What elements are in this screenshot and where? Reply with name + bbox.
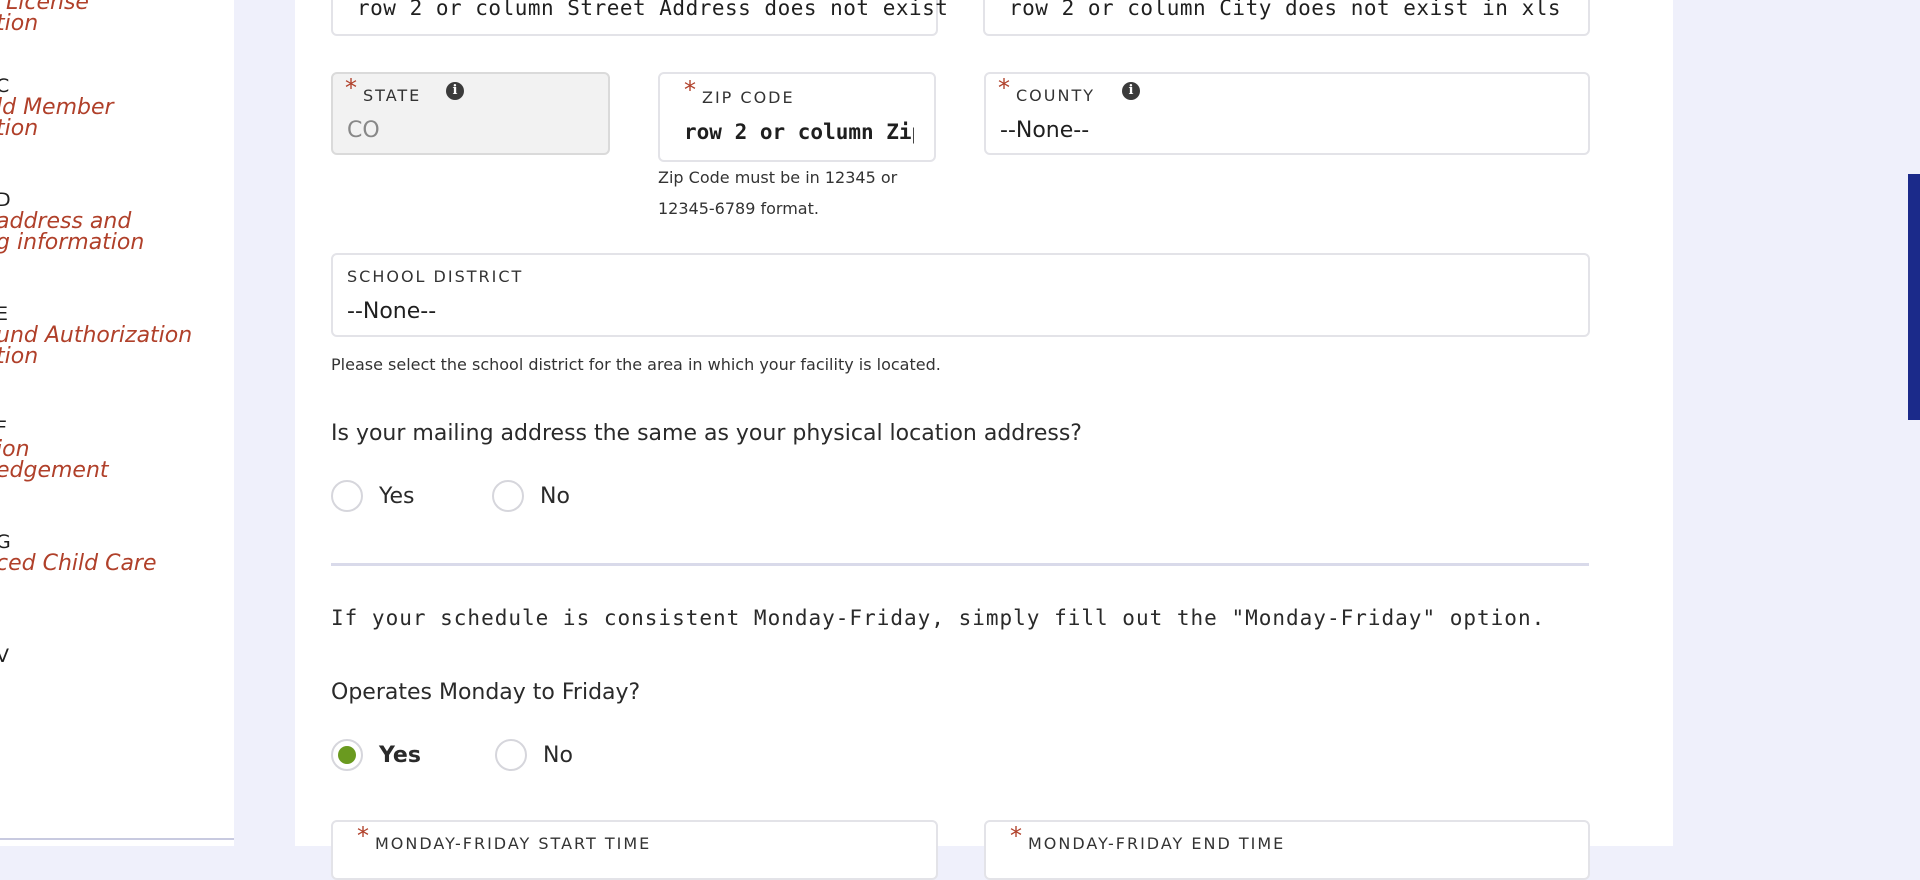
sidebar-step-c[interactable]: C ld Member tion xyxy=(0,75,114,141)
step-letter: G xyxy=(0,531,11,553)
state-field: * STATE i CO xyxy=(331,72,610,155)
scrollbar-track[interactable] xyxy=(1908,0,1920,846)
step-sidebar: License tion C ld Member tion D address … xyxy=(0,0,234,846)
state-value: CO xyxy=(347,118,380,143)
mailing-address-question: Is your mailing address the same as your… xyxy=(331,421,1082,446)
operates-question: Operates Monday to Friday? xyxy=(331,680,641,705)
street-address-value: row 2 or column Street Address does not … xyxy=(357,0,949,20)
school-district-label: SCHOOL DISTRICT xyxy=(347,267,524,286)
radio-button[interactable] xyxy=(495,739,527,771)
radio-label: Yes xyxy=(379,742,421,768)
step-title-line2: tion xyxy=(0,116,39,141)
city-value: row 2 or column City does not exist in x… xyxy=(1009,0,1562,20)
section-divider xyxy=(331,563,1589,566)
step-title: und Authorization xyxy=(0,323,193,348)
county-select[interactable]: * COUNTY i --None-- xyxy=(984,72,1590,155)
required-asterisk: * xyxy=(357,822,369,850)
state-label: STATE xyxy=(363,86,422,105)
start-time-label: MONDAY-FRIDAY START TIME xyxy=(375,834,652,853)
sidebar-step-d[interactable]: D address and g information xyxy=(0,189,145,255)
radio-button[interactable] xyxy=(492,480,524,512)
required-asterisk: * xyxy=(998,74,1010,102)
required-asterisk: * xyxy=(345,74,357,102)
county-label: COUNTY xyxy=(1016,86,1095,105)
step-title: ced Child Care xyxy=(0,551,157,576)
school-district-value: --None-- xyxy=(347,299,437,324)
scrollbar-thumb[interactable] xyxy=(1908,174,1920,420)
radio-label: No xyxy=(543,742,573,768)
sidebar-step-g[interactable]: G ced Child Care xyxy=(0,531,157,576)
sidebar-step-v[interactable]: V xyxy=(0,645,9,667)
mailing-yes-option[interactable]: Yes xyxy=(331,478,415,514)
info-icon[interactable]: i xyxy=(446,82,464,100)
end-time-field[interactable]: * MONDAY-FRIDAY END TIME xyxy=(984,820,1590,880)
step-title: ion xyxy=(0,437,30,462)
radio-label: No xyxy=(540,483,570,509)
required-asterisk: * xyxy=(684,76,696,104)
step-letter: D xyxy=(0,189,11,211)
step-title-line2: tion xyxy=(0,344,39,369)
operates-yes-option[interactable]: Yes xyxy=(331,737,421,773)
step-letter: F xyxy=(0,417,7,439)
start-time-field[interactable]: * MONDAY-FRIDAY START TIME xyxy=(331,820,938,880)
info-icon[interactable]: i xyxy=(1122,82,1140,100)
zip-code-help: Zip Code must be in 12345 or 12345-6789 … xyxy=(658,168,898,218)
school-district-help: Please select the school district for th… xyxy=(331,355,941,374)
step-title-line2: edgement xyxy=(0,458,109,483)
county-value: --None-- xyxy=(1000,118,1090,143)
operates-no-option[interactable]: No xyxy=(495,737,573,773)
step-letter: E xyxy=(0,303,9,325)
radio-button-checked[interactable] xyxy=(331,739,363,771)
step-title: ld Member xyxy=(0,95,114,120)
zip-code-input[interactable]: row 2 or column Zip Code does not exist xyxy=(684,120,914,144)
sidebar-step-b[interactable]: License tion xyxy=(0,0,89,36)
sidebar-divider xyxy=(0,838,234,840)
zip-code-label: ZIP CODE xyxy=(702,88,795,107)
street-address-field[interactable]: row 2 or column Street Address does not … xyxy=(331,0,948,36)
step-letter: C xyxy=(0,75,10,97)
sidebar-step-e[interactable]: E und Authorization tion xyxy=(0,303,193,369)
step-letter: V xyxy=(0,645,9,667)
step-title-line2: tion xyxy=(0,11,39,36)
zip-code-field[interactable]: * ZIP CODE row 2 or column Zip Code does… xyxy=(658,72,936,162)
sidebar-step-f[interactable]: F ion edgement xyxy=(0,417,109,483)
mailing-no-option[interactable]: No xyxy=(492,478,570,514)
end-time-label: MONDAY-FRIDAY END TIME xyxy=(1028,834,1286,853)
city-field[interactable]: row 2 or column City does not exist in x… xyxy=(983,0,1590,36)
step-title: address and xyxy=(0,209,132,234)
school-district-select[interactable]: SCHOOL DISTRICT --None-- xyxy=(331,253,1590,337)
radio-button[interactable] xyxy=(331,480,363,512)
schedule-note: If your schedule is consistent Monday-Fr… xyxy=(331,606,1546,630)
step-title-line2: g information xyxy=(0,230,145,255)
required-asterisk: * xyxy=(1010,822,1022,850)
radio-label: Yes xyxy=(379,483,415,509)
